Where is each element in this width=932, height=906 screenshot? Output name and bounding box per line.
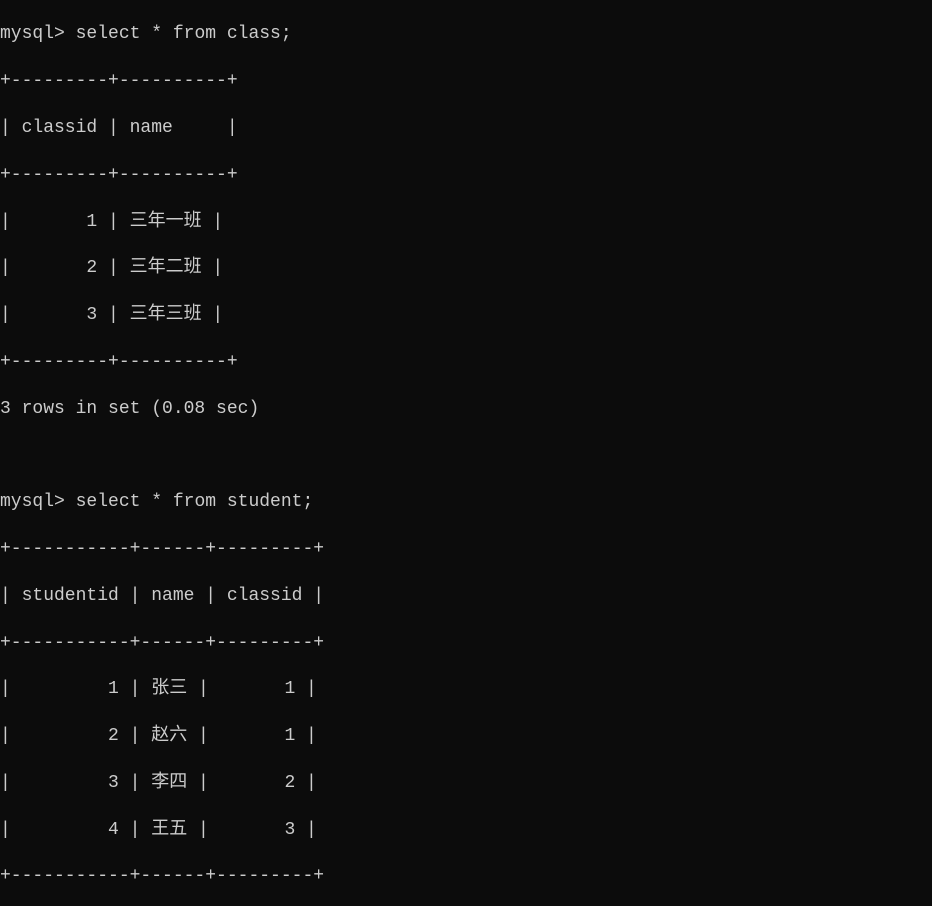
class-table-row: | 2 | 三年二班 | [0,257,932,280]
query-line-2[interactable]: mysql> select * from student; [0,491,932,514]
student-table-header: | studentid | name | classid | [0,585,932,608]
student-table-row: | 3 | 李四 | 2 | [0,772,932,795]
student-table-sep: +-----------+------+---------+ [0,632,932,655]
student-table-sep: +-----------+------+---------+ [0,865,932,888]
sql-query-1: select * from class; [76,24,292,44]
student-table-row: | 1 | 张三 | 1 | [0,678,932,701]
class-table-row: | 3 | 三年三班 | [0,304,932,327]
terminal-output: mysql> select * from class; +---------+-… [0,0,932,906]
student-table-row: | 2 | 赵六 | 1 | [0,725,932,748]
class-table-sep: +---------+----------+ [0,70,932,93]
status-line-1: 3 rows in set (0.08 sec) [0,398,932,421]
mysql-prompt: mysql> [0,24,65,44]
sql-query-2: select * from student; [76,492,314,512]
mysql-prompt: mysql> [0,492,65,512]
student-table-row: | 4 | 王五 | 3 | [0,819,932,842]
class-table-sep: +---------+----------+ [0,164,932,187]
student-table-sep: +-----------+------+---------+ [0,538,932,561]
class-table-row: | 1 | 三年一班 | [0,211,932,234]
blank-line [0,444,932,467]
query-line-1[interactable]: mysql> select * from class; [0,23,932,46]
class-table-sep: +---------+----------+ [0,351,932,374]
class-table-header: | classid | name | [0,117,932,140]
